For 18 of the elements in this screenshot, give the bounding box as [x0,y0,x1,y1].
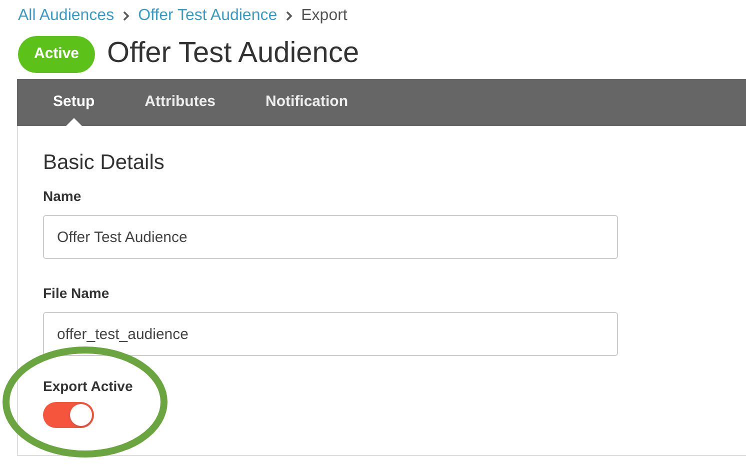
breadcrumb-link[interactable]: All Audiences [18,4,114,28]
pointer-icon [66,118,82,126]
input-field[interactable]: offer_test_audience [43,312,618,356]
toggle-label: Export Active [43,377,134,396]
toggle-switch[interactable] [43,402,94,428]
tab[interactable]: Setup [37,79,111,126]
field-label: File Name [43,284,110,303]
tab[interactable]: Attributes [128,79,232,126]
chevron-icon [285,11,294,21]
section-title: Basic Details [43,150,166,176]
chevron-icon [122,11,130,21]
breadcrumb-current: Export [301,6,348,26]
field-label: Name [43,187,82,206]
input-field[interactable]: Offer Test Audience [43,215,618,259]
status-badge: Active [18,36,96,72]
page-title: Offer Test Audience [107,36,360,72]
breadcrumb-link[interactable]: Offer Test Audience [138,4,278,28]
tab[interactable]: Notification [250,79,364,126]
